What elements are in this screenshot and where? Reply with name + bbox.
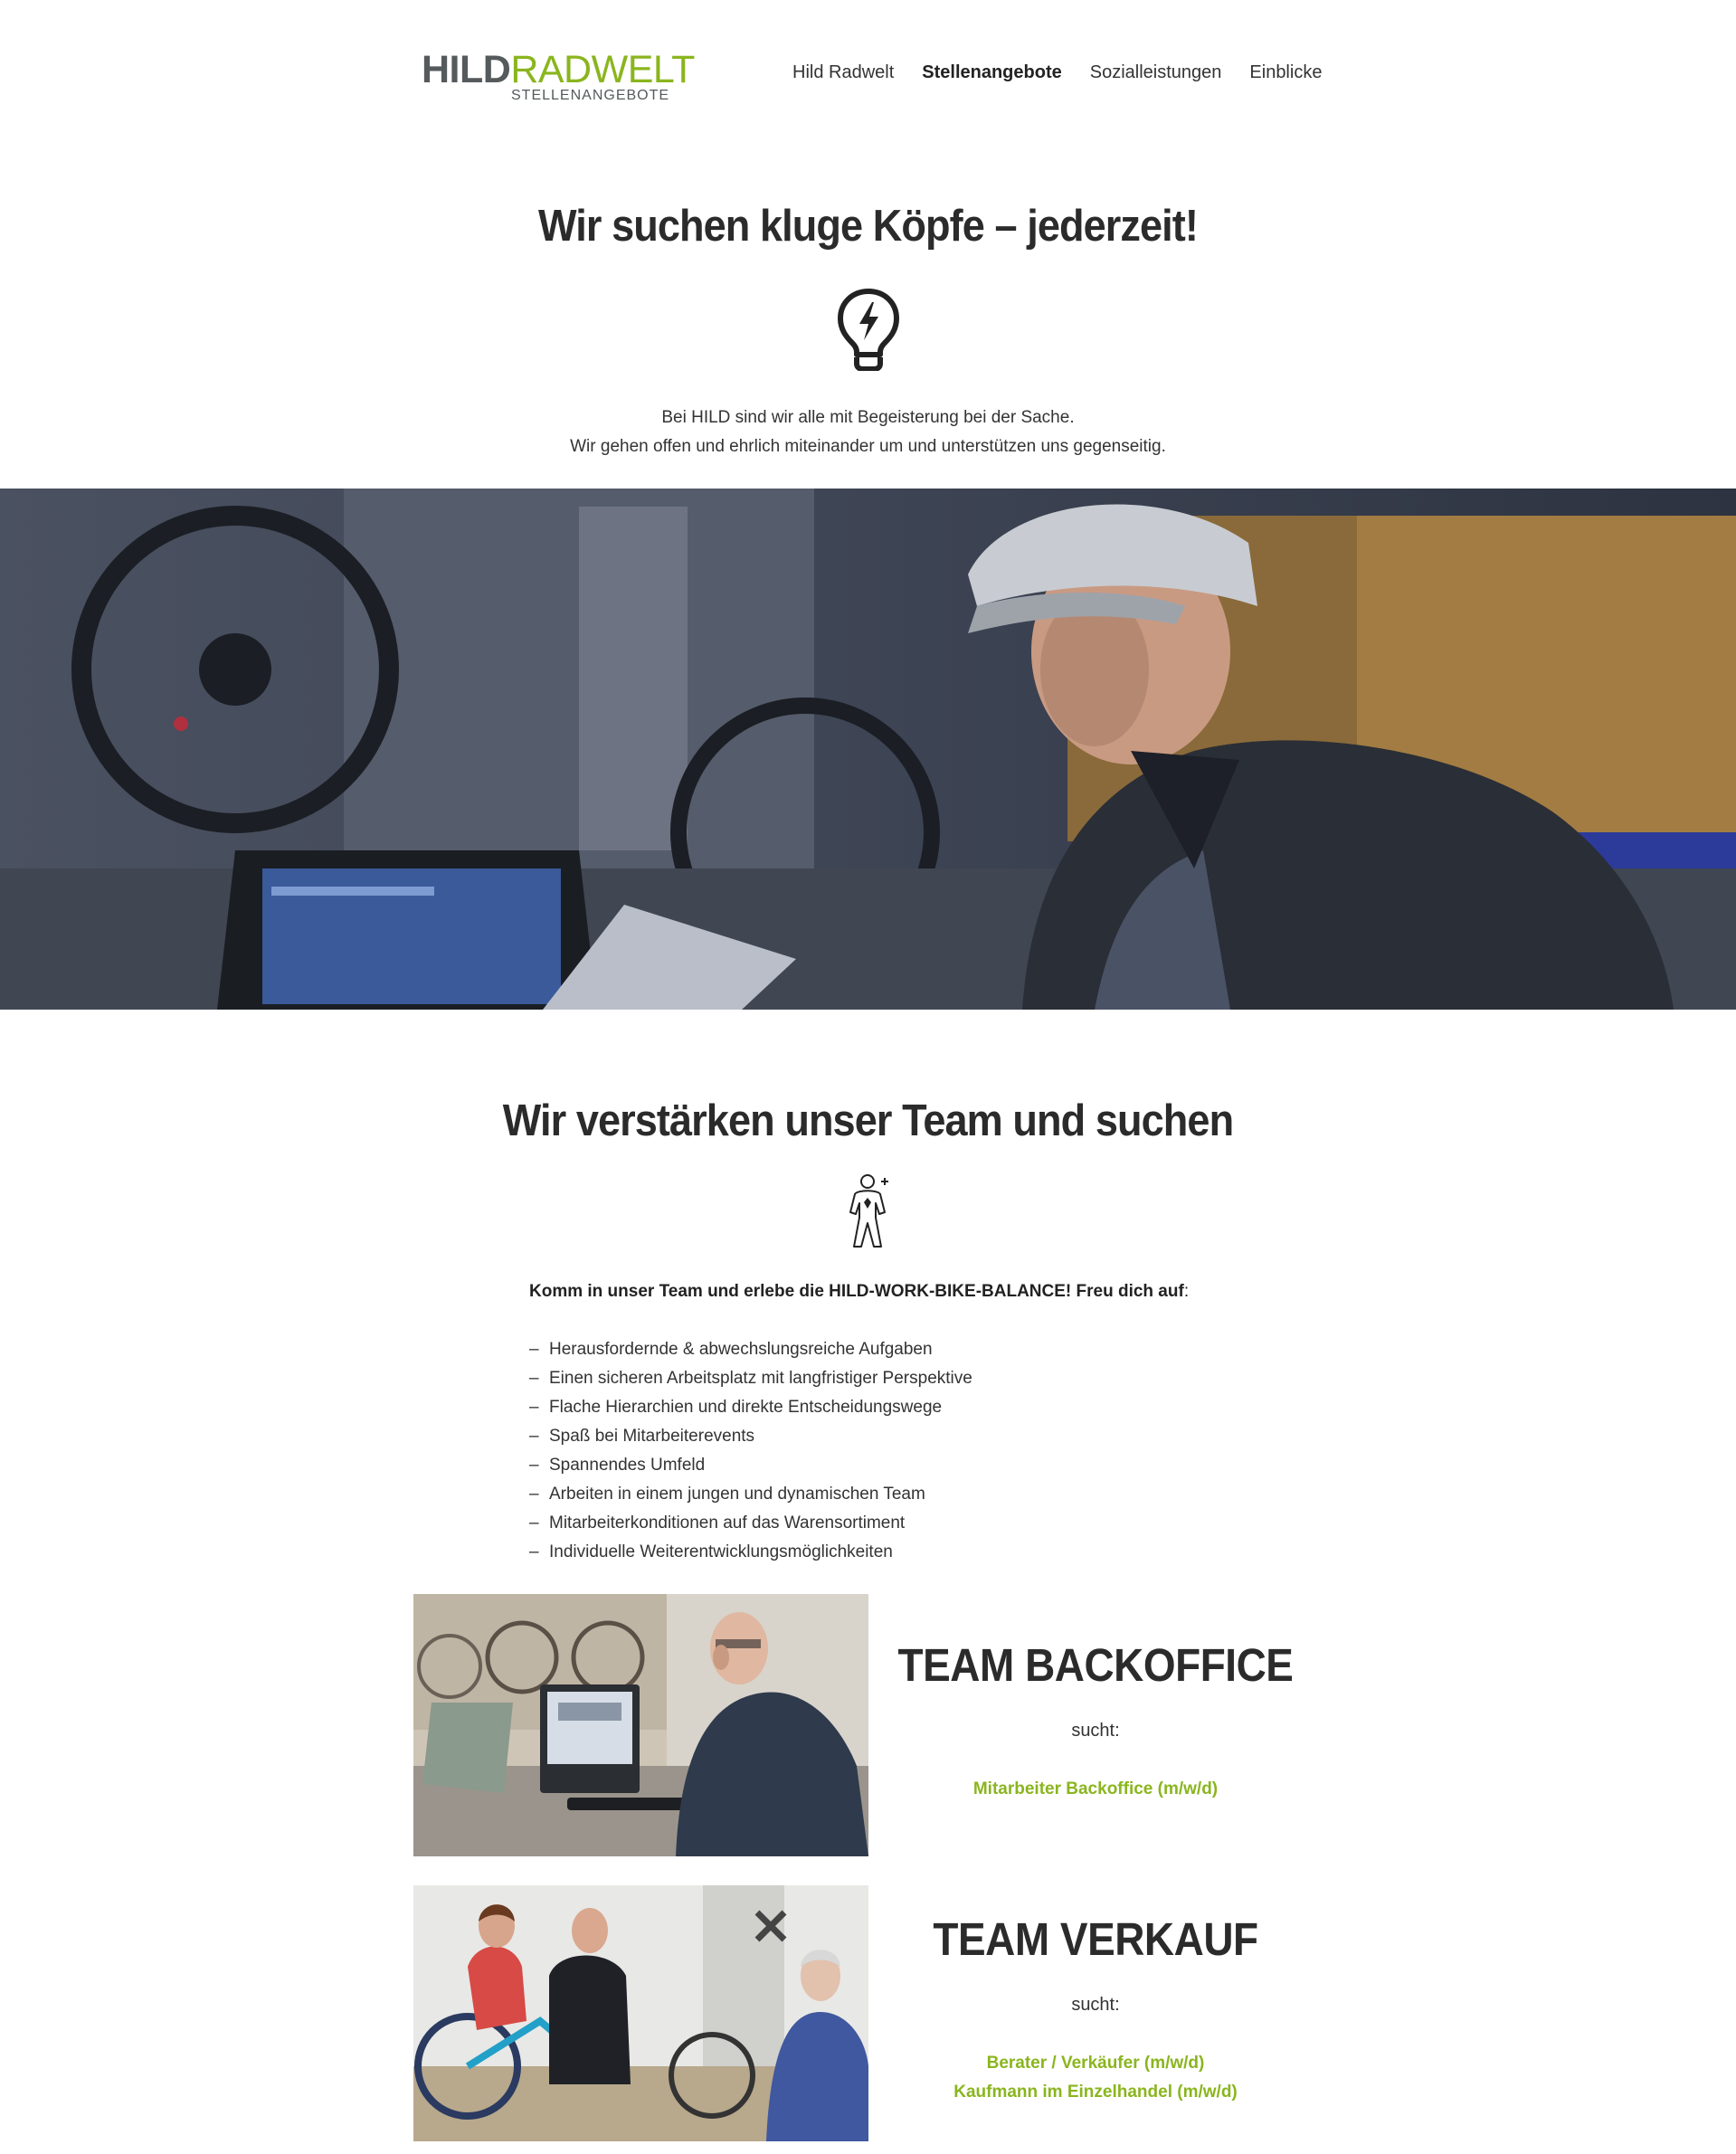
benefit-item: Einen sicheren Arbeitsplatz mit langfris… (529, 1364, 1271, 1393)
team-verkauf-jobs: Berater / Verkäufer (m/w/d) Kaufmann im … (868, 2049, 1323, 2107)
nav-hild-radwelt[interactable]: Hild Radwelt (792, 60, 894, 85)
lightbulb-icon (838, 289, 899, 371)
team-verkauf: TEAM VERKAUF sucht: Berater / Verkäufer … (868, 1912, 1323, 2107)
section-title-team: Wir verstärken unser Team und suchen (502, 1096, 1234, 1145)
team-backoffice-sucht: sucht: (1071, 1721, 1120, 1741)
site-header: HILDRADWELT STELLENANGEBOTE Hild Radwelt… (0, 0, 1736, 145)
benefits-intro: Komm in unser Team und erlebe die HILD-W… (529, 1277, 1271, 1306)
nav-sozialleistungen[interactable]: Sozialleistungen (1090, 60, 1222, 85)
intro-line-2: Wir gehen offen und ehrlich miteinander … (570, 437, 1166, 456)
team-backoffice-jobs: Mitarbeiter Backoffice (m/w/d) (868, 1775, 1323, 1804)
benefits-intro-colon: : (1183, 1282, 1190, 1301)
job-link-kaufmann-einzelhandel[interactable]: Kaufmann im Einzelhandel (m/w/d) (868, 2078, 1323, 2107)
person-icon (849, 1174, 888, 1248)
benefit-item: Spannendes Umfeld (529, 1451, 1271, 1480)
logo-word-radwelt: RADWELT (510, 48, 695, 91)
job-link-mitarbeiter-backoffice[interactable]: Mitarbeiter Backoffice (m/w/d) (868, 1775, 1323, 1804)
benefit-item: Flache Hierarchien und direkte Entscheid… (529, 1393, 1271, 1422)
team-backoffice: TEAM BACKOFFICE sucht: Mitarbeiter Backo… (868, 1637, 1323, 1804)
team-verkauf-title: TEAM VERKAUF (933, 1913, 1258, 1965)
team-verkauf-photo (413, 1885, 868, 2141)
benefits-block: Komm in unser Team und erlebe die HILD-W… (529, 1277, 1271, 1567)
team-backoffice-photo (413, 1594, 868, 1856)
team-verkauf-sucht: sucht: (1071, 1995, 1120, 2015)
intro-line-1: Bei HILD sind wir alle mit Begeisterung … (661, 408, 1075, 427)
benefits-list: Herausfordernde & abwechslungsreiche Auf… (529, 1335, 1271, 1567)
benefit-item: Individuelle Weiterentwicklungsmöglichke… (529, 1538, 1271, 1567)
benefit-item: Arbeiten in einem jungen und dynamischen… (529, 1480, 1271, 1509)
benefit-item: Mitarbeiterkonditionen auf das Warensort… (529, 1509, 1271, 1538)
nav-einblicke[interactable]: Einblicke (1249, 60, 1322, 85)
benefit-item: Herausfordernde & abwechslungsreiche Auf… (529, 1335, 1271, 1364)
logo-word-hild: HILD (422, 48, 511, 91)
nav-stellenangebote[interactable]: Stellenangebote (922, 60, 1061, 85)
benefits-intro-bold: Komm in unser Team und erlebe die HILD-W… (529, 1282, 1184, 1301)
logo-tagline: STELLENANGEBOTE (511, 88, 670, 103)
job-link-berater-verkaeufer[interactable]: Berater / Verkäufer (m/w/d) (868, 2049, 1323, 2078)
intro-text: Bei HILD sind wir alle mit Begeisterung … (0, 403, 1736, 461)
benefit-item: Spaß bei Mitarbeiterevents (529, 1422, 1271, 1451)
hero-image-mechanic (0, 489, 1736, 1010)
team-backoffice-title: TEAM BACKOFFICE (897, 1639, 1294, 1691)
hild-radwelt-logo[interactable]: HILDRADWELT STELLENANGEBOTE (422, 49, 695, 107)
section-title-kluge-koepfe: Wir suchen kluge Köpfe – jederzeit! (538, 202, 1199, 251)
main-nav: Hild Radwelt Stellenangebote Sozialleist… (792, 60, 1322, 85)
logo-wordmark: HILDRADWELT (422, 49, 695, 90)
